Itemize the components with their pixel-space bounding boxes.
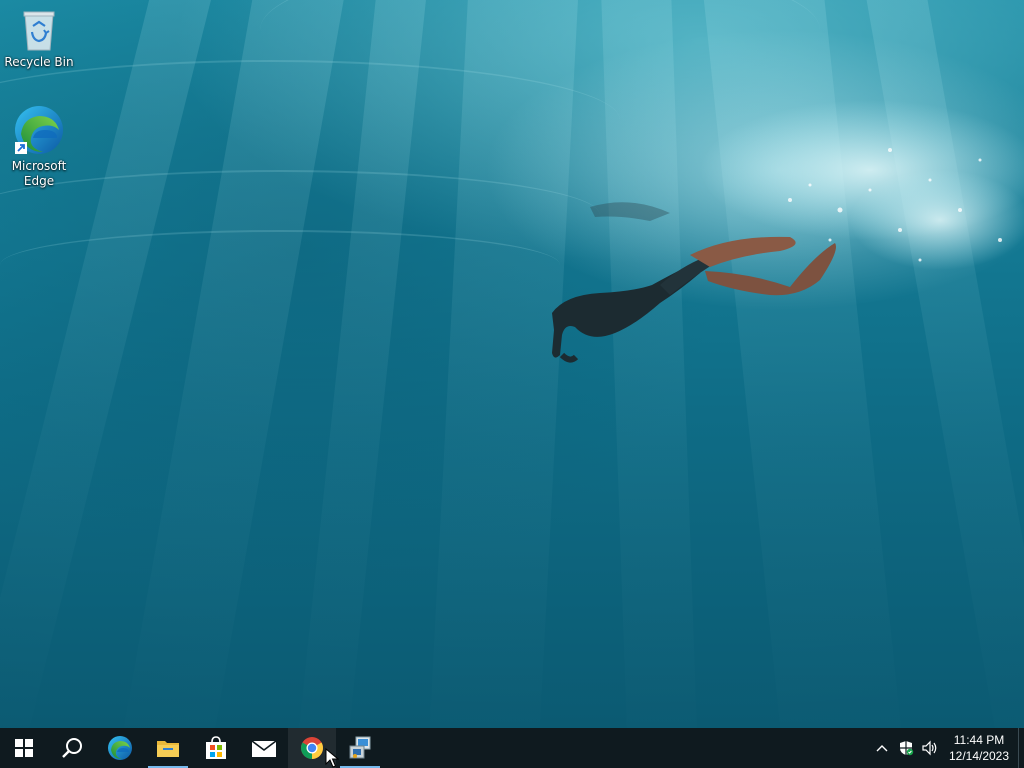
clock-date: 12/14/2023: [948, 749, 1010, 763]
folder-icon: [157, 741, 179, 757]
volume-button[interactable]: [918, 728, 942, 768]
search-button[interactable]: [48, 728, 96, 768]
desktop-icon-label: Microsoft Edge: [11, 159, 67, 188]
mail-icon: [251, 740, 277, 757]
chrome-icon: [301, 737, 323, 759]
desktop-icon-microsoft-edge[interactable]: Microsoft Edge: [1, 104, 77, 189]
system-tray: 11:44 PM 12/14/2023: [870, 728, 1024, 768]
taskbar-edge-button[interactable]: [96, 728, 144, 768]
clock-time: 11:44 PM: [953, 733, 1005, 747]
desktop-icon-label: Recycle Bin: [4, 55, 74, 69]
edge-icon: [15, 106, 63, 154]
taskbar-mail-button[interactable]: [240, 728, 288, 768]
show-hidden-icons-button[interactable]: [870, 728, 894, 768]
windows-logo-icon: [15, 739, 33, 757]
show-desktop-button[interactable]: [1018, 728, 1024, 768]
desktop-wallpaper: [0, 0, 1024, 728]
search-icon: [62, 738, 82, 758]
start-button[interactable]: [0, 728, 48, 768]
store-bag-icon: [206, 736, 226, 759]
recycle-bin-icon: [23, 11, 55, 51]
taskbar-file-explorer-button[interactable]: [144, 728, 192, 768]
security-shield-icon: [900, 741, 914, 756]
security-tray-button[interactable]: [894, 728, 918, 768]
taskbar-store-button[interactable]: [192, 728, 240, 768]
taskbar: 11:44 PM 12/14/2023: [0, 728, 1024, 768]
mouse-cursor-icon: [325, 748, 339, 768]
diver-silhouette: [552, 202, 836, 363]
installer-icon: [349, 736, 371, 759]
desktop-icon-recycle-bin[interactable]: Recycle Bin: [1, 8, 77, 70]
clock[interactable]: 11:44 PM 12/14/2023: [942, 732, 1016, 764]
edge-icon: [108, 736, 132, 760]
taskbar-installer-button[interactable]: [336, 728, 384, 768]
surface-ripple: [0, 230, 560, 300]
chevron-up-icon: [876, 745, 888, 752]
speaker-icon: [922, 740, 937, 756]
